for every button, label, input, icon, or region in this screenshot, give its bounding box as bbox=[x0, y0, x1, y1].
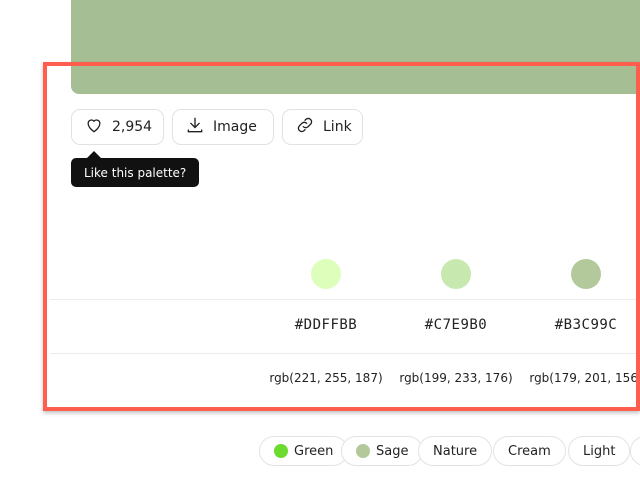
palette-page: 2,954 Image Link Like this palette? #DDF… bbox=[0, 0, 640, 480]
color-hex-1[interactable]: #DDFFBB bbox=[266, 317, 386, 333]
tag-light[interactable]: Light bbox=[568, 436, 631, 466]
sage-dot-icon bbox=[356, 444, 370, 458]
download-icon bbox=[185, 115, 213, 139]
tag-sage[interactable]: Sage bbox=[341, 436, 424, 466]
palette-color-bar[interactable] bbox=[71, 0, 640, 94]
tag-nature[interactable]: Nature bbox=[418, 436, 493, 466]
image-label: Image bbox=[213, 119, 257, 135]
divider-middle bbox=[50, 353, 640, 354]
color-hex-2[interactable]: #C7E9B0 bbox=[396, 317, 516, 333]
color-dot-1[interactable] bbox=[311, 259, 341, 289]
color-rgb-1[interactable]: rgb(221, 255, 187) bbox=[261, 371, 391, 385]
tag-label: Nature bbox=[433, 443, 478, 459]
heart-icon bbox=[84, 115, 112, 139]
tag-label: Green bbox=[294, 443, 334, 459]
tag-label: Sage bbox=[376, 443, 409, 459]
tooltip-arrow bbox=[87, 151, 101, 158]
divider-top bbox=[50, 299, 640, 300]
green-dot-icon bbox=[274, 444, 288, 458]
color-rgb-3[interactable]: rgb(179, 201, 156) bbox=[521, 371, 640, 385]
copy-link-button[interactable]: Link bbox=[282, 109, 363, 145]
like-count: 2,954 bbox=[112, 119, 153, 135]
tag-cream[interactable]: Cream bbox=[493, 436, 566, 466]
like-button[interactable]: 2,954 bbox=[71, 109, 164, 145]
tag-label: Cream bbox=[508, 443, 551, 459]
color-dot-3[interactable] bbox=[571, 259, 601, 289]
tag-more[interactable] bbox=[630, 436, 640, 466]
tag-green[interactable]: Green bbox=[259, 436, 349, 466]
link-label: Link bbox=[323, 119, 352, 135]
like-tooltip: Like this palette? bbox=[71, 158, 200, 187]
download-image-button[interactable]: Image bbox=[172, 109, 274, 145]
link-icon bbox=[295, 115, 323, 139]
color-dot-2[interactable] bbox=[441, 259, 471, 289]
color-rgb-2[interactable]: rgb(199, 233, 176) bbox=[391, 371, 521, 385]
color-hex-3[interactable]: #B3C99C bbox=[526, 317, 640, 333]
tag-label: Light bbox=[583, 443, 616, 459]
